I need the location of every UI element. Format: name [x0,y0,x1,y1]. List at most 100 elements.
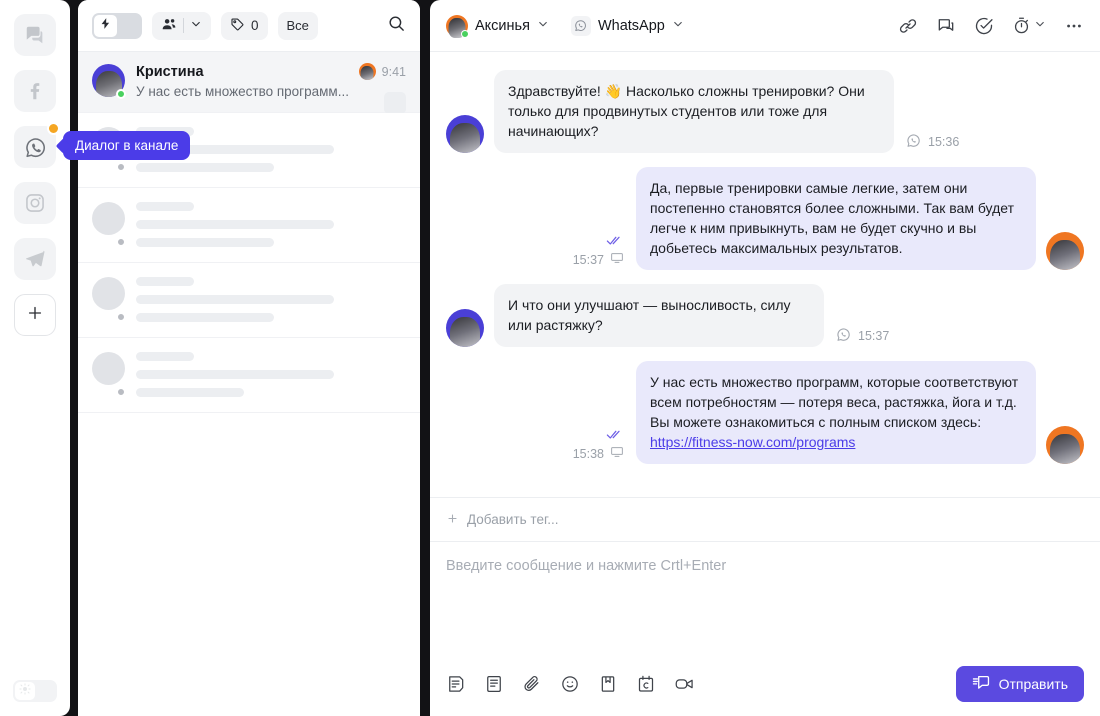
plus-icon [446,512,459,528]
instagram-icon [24,192,46,214]
note-icon[interactable] [446,674,466,694]
message-time: 15:37 [572,252,604,267]
message-outgoing: 15:37 Да, первые тренировки самые легкие… [446,167,1084,270]
channel-telegram-button[interactable] [14,238,56,280]
send-button[interactable]: Отправить [955,666,1084,702]
conversation-list-panel: 0 Все Кристина У нас есть множество прог… [78,0,420,716]
tag-icon [230,17,245,35]
message-meta: 15:37 [836,327,889,347]
status-filter-label: Все [286,18,309,33]
placeholder-line [136,295,334,304]
lightning-toggle[interactable] [92,12,142,39]
placeholder-line [136,238,274,247]
assignee-filter[interactable] [152,11,211,40]
stopwatch-icon[interactable] [1012,16,1046,35]
message-bubble: У нас есть множество программ, которые с… [636,361,1036,464]
search-icon [387,14,406,38]
theme-toggle[interactable] [13,680,57,702]
list-item-placeholder-content [136,277,406,322]
theme-toggle-knob [15,682,35,700]
avatar-placeholder [92,202,126,247]
tag-filter[interactable]: 0 [221,11,268,40]
message-input[interactable]: Введите сообщение и нажмите Crtl+Enter [446,558,1084,574]
list-item-meta: 9:41 [358,63,406,80]
message-meta: 15:38 [573,428,624,464]
message-thread[interactable]: Здравствуйте! 👋 Насколько сложны трениро… [430,52,1100,497]
tag-count: 0 [251,18,259,33]
channel-name: WhatsApp [597,17,665,34]
saved-reply-icon[interactable] [598,674,618,694]
search-button[interactable] [387,14,406,38]
emoji-icon[interactable] [560,674,580,694]
list-item-placeholder-content [136,352,406,397]
double-check-icon [606,234,624,247]
contact-selector[interactable]: Аксинья [446,14,549,39]
message-meta: 15:37 [573,234,624,270]
placeholder-line [136,277,194,286]
send-button-label: Отправить [998,676,1068,692]
attachment-icon[interactable] [522,674,542,694]
channel-selector[interactable]: WhatsApp [570,15,684,36]
message-outgoing: 15:38 У нас есть множество программ, кот… [446,361,1084,464]
whatsapp-icon [24,136,47,159]
divider [183,18,184,33]
telegram-icon [24,248,46,270]
conversation-panel: Аксинья WhatsApp Здравствуйте! 👋 Насколь… [430,0,1100,716]
knowledge-base-icon[interactable] [484,674,504,694]
message-bubble: Здравствуйте! 👋 Насколько сложны трениро… [494,70,894,153]
avatar-placeholder [92,352,126,397]
conversation-header: Аксинья WhatsApp [430,0,1100,52]
list-item[interactable] [78,338,420,413]
lightning-toggle-knob [94,14,117,37]
link-icon[interactable] [898,16,918,36]
list-item-active[interactable]: Кристина У нас есть множество программ..… [78,52,420,114]
message-composer: Введите сообщение и нажмите Crtl+Enter О… [430,541,1100,716]
online-dot [116,89,126,99]
contact-avatar [446,14,469,39]
list-item[interactable] [78,188,420,263]
chat-bubbles-icon [24,24,46,46]
theme-toggle-container [13,680,57,702]
desktop-icon [610,445,624,462]
placeholder-line [136,163,274,172]
avatar [1046,426,1084,464]
add-tag-bar[interactable]: Добавить тег... [430,497,1100,541]
comment-icon[interactable] [936,16,956,36]
video-call-icon[interactable] [674,674,696,694]
channel-chat-button[interactable] [14,14,56,56]
channel-whatsapp-button[interactable] [14,122,60,168]
message-text: У нас есть множество программ, которые с… [650,374,1019,430]
unread-badge [47,122,60,135]
check-circle-icon[interactable] [974,16,994,36]
placeholder-line [136,388,244,397]
message-status: 15:37 [573,251,624,268]
message-status: 15:38 [573,445,624,462]
desktop-icon [610,251,624,268]
message-bubble: И что они улучшают — выносливость, силу … [494,284,824,347]
calendar-icon[interactable] [636,674,656,694]
list-item-placeholder-content [136,202,406,247]
status-filter[interactable]: Все [277,11,318,40]
add-tag-label: Добавить тег... [467,512,559,527]
message-time: 15:36 [928,135,960,149]
chevron-down-icon [190,18,202,33]
message-link[interactable]: https://fitness-now.com/programs [650,434,855,450]
channel-instagram-button[interactable] [14,182,56,224]
app-window: 0 Все Кристина У нас есть множество прог… [0,0,1100,716]
message-time: 15:37 [858,329,890,343]
double-check-icon [606,428,624,441]
chevron-down-icon [672,17,684,35]
sun-icon [19,682,31,700]
more-options-icon[interactable] [1064,16,1084,36]
channel-facebook-button[interactable] [14,70,56,112]
header-actions [898,16,1084,36]
list-item[interactable] [78,263,420,338]
facebook-icon [24,80,46,102]
avatar [1046,232,1084,270]
chevron-down-icon [537,17,549,35]
add-channel-button[interactable] [14,294,56,336]
tooltip-label: Диалог в канале [75,138,179,153]
message-incoming: Здравствуйте! 👋 Насколько сложны трениро… [446,70,1084,153]
whatsapp-icon [570,15,591,36]
whatsapp-icon [906,133,921,151]
